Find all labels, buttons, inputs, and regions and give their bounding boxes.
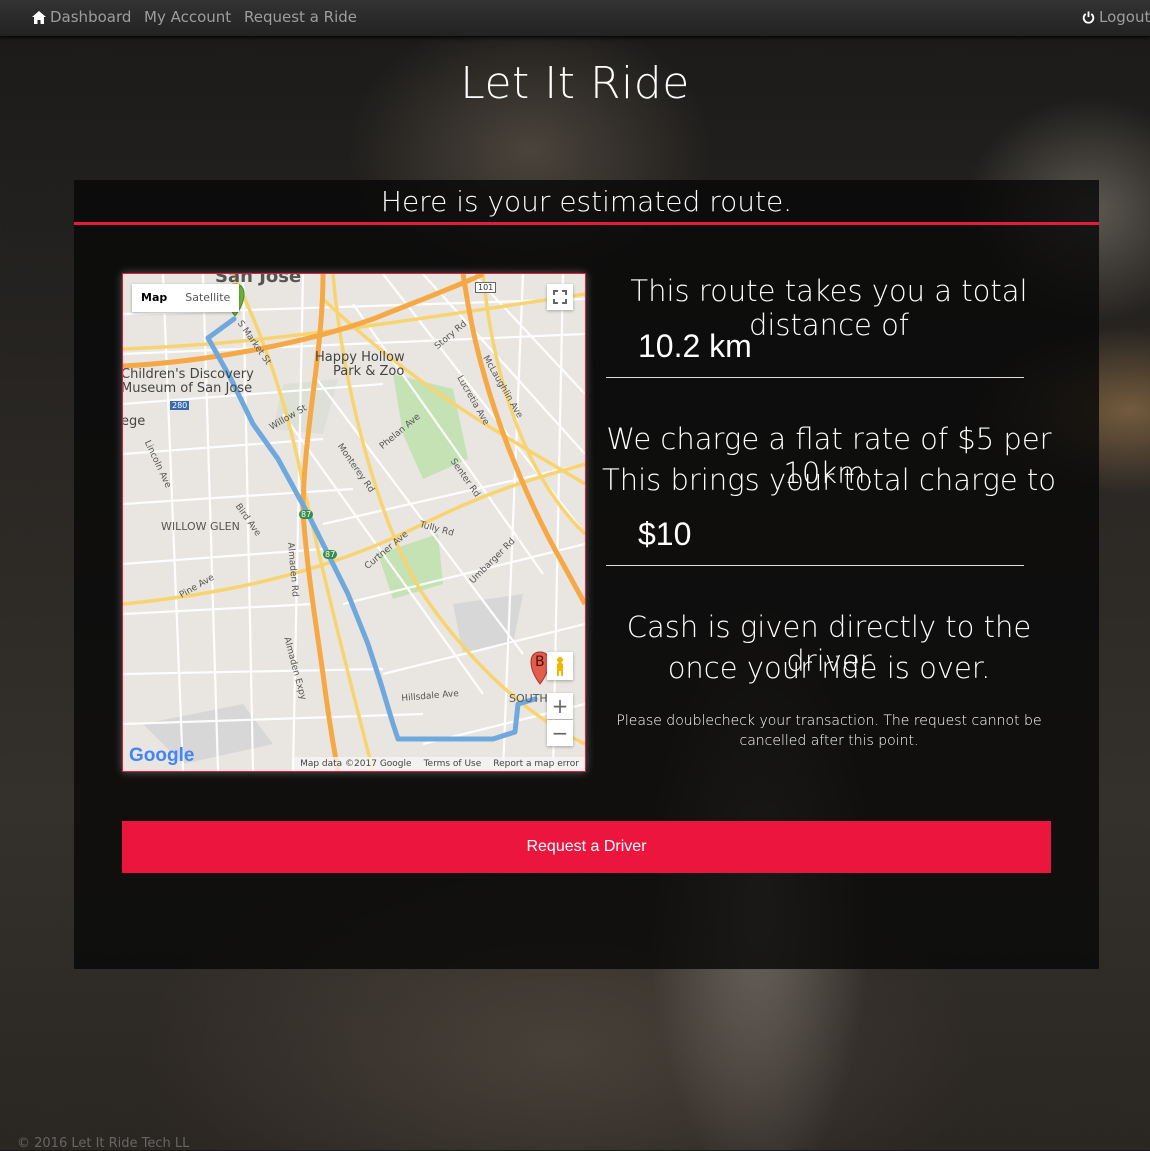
fullscreen-button[interactable] [547,284,573,310]
nav-my-account-label: My Account [144,8,232,26]
fullscreen-icon [553,290,567,304]
map-label-willow-glen: WILLOW GLEN [161,520,240,533]
map-data-credit: Map data ©2017 Google [300,759,412,769]
map-type-map[interactable]: Map [132,284,176,312]
rate-text-2: This brings your total charge to [601,463,1057,497]
map-highway-87: 87 [299,510,314,519]
nav-logout-label: Logout [1099,8,1150,26]
route-map[interactable]: A B San Jose Happy Hollow Park & Zoo Chi… [122,273,586,772]
map-label-museum: Museum of San Jose [122,381,253,396]
zoom-in-button[interactable]: + [547,693,573,719]
map-footer: Map data ©2017 Google Terms of Use Repor… [294,757,585,771]
google-logo-text: Google [129,745,195,766]
warning-text: Please doublecheck your transaction. The… [616,713,1042,749]
map-label-childrens: Children's Discovery [122,367,254,382]
distance-value: 10.2 km [638,328,752,364]
nav-my-account[interactable]: My Account [144,0,231,34]
map-label-edge: ege [122,414,146,429]
map-highway-101: 101 [475,282,497,293]
map-label-park-zoo: Park & Zoo [333,364,405,379]
navbar: Dashboard My Account Request a Ride Logo… [0,0,1150,37]
nav-dashboard[interactable]: Dashboard [32,0,131,34]
google-logo: Google [129,745,194,767]
map-label-south: SOUTH [509,692,548,705]
site-title: Let It Ride [460,58,690,109]
map-report-link[interactable]: Report a map error [493,757,579,771]
request-driver-button[interactable]: Request a Driver [122,821,1051,873]
cash-text-2: once your ride is over. [667,651,991,685]
nav-logout[interactable]: Logout [1082,0,1150,34]
map-highway-87b: 87 [323,550,338,559]
charge-underline [606,565,1024,566]
nav-request-ride-label: Request a Ride [244,8,357,26]
power-icon [1082,10,1095,24]
pegman-icon [557,657,563,676]
zoom-out-button[interactable]: − [547,720,573,746]
nav-dashboard-label: Dashboard [50,8,132,26]
charge-value: $10 [638,516,692,552]
panel-heading: Here is your estimated route. [74,180,1099,225]
map-type-satellite[interactable]: Satellite [176,284,239,312]
map-type-control: Map Satellite [132,284,240,312]
map-label-happy-hollow: Happy Hollow [315,350,405,365]
copyright-footer: © 2016 Let It Ride Tech LL [17,1136,190,1151]
map-highway-280: 280 [170,401,190,410]
map-marker-b: B [535,654,545,670]
distance-underline [606,377,1024,378]
street-view-button[interactable] [547,652,573,680]
home-icon [32,10,46,24]
nav-request-ride[interactable]: Request a Ride [244,0,357,34]
map-terms-link[interactable]: Terms of Use [424,757,482,771]
